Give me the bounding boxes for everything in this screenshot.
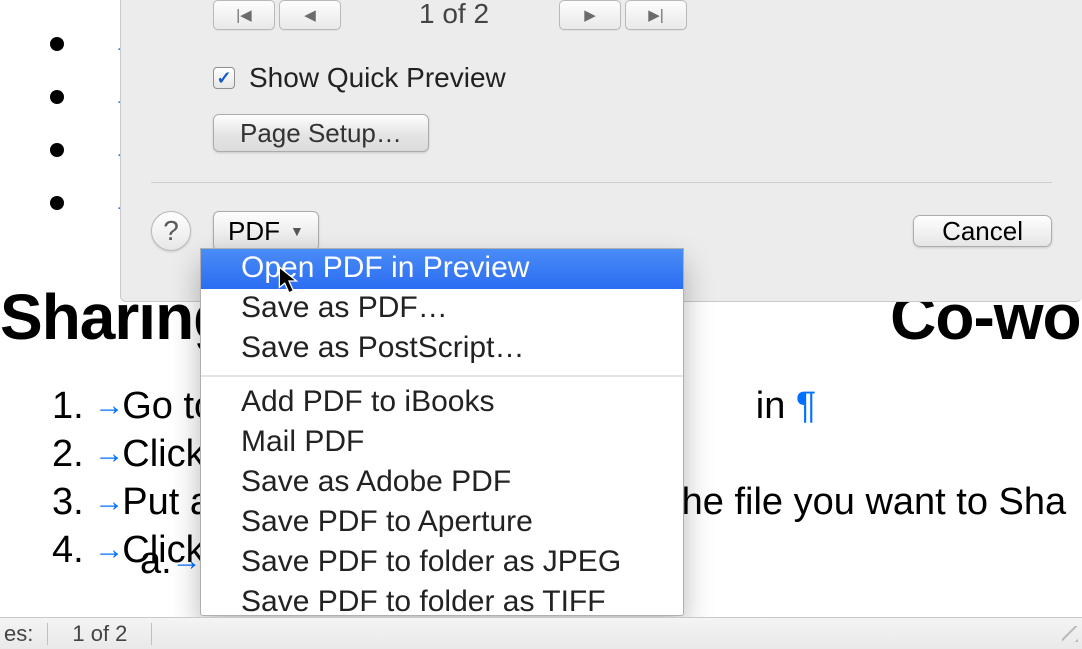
menu-item-save-pdf-aperture[interactable]: Save PDF to Aperture [201, 503, 683, 543]
next-page-icon: ▶ [584, 6, 596, 24]
step-text-fragment: the file you want to Sha [671, 481, 1066, 523]
checkbox-box: ✓ [213, 67, 235, 89]
menu-item-save-pdf-folder-jpeg[interactable]: Save PDF to folder as JPEG [201, 543, 683, 583]
statusbar-divider [47, 623, 48, 645]
resize-grip-icon[interactable] [1062, 626, 1078, 642]
checkbox-label: Show Quick Preview [249, 62, 506, 94]
menu-item-save-adobe-pdf[interactable]: Save as Adobe PDF [201, 463, 683, 503]
page-setup-button[interactable]: Page Setup… [213, 114, 429, 152]
statusbar-label: es: [4, 621, 43, 647]
tab-arrow-icon: → [94, 437, 122, 470]
sub-list-item: a.→ [140, 540, 202, 583]
statusbar-divider [151, 623, 152, 645]
pdf-button-label: PDF [228, 216, 280, 247]
menu-item-open-pdf-preview[interactable]: Open PDF in Preview [201, 249, 683, 289]
statusbar-page-indicator: 1 of 2 [52, 621, 147, 647]
menu-item-mail-pdf[interactable]: Mail PDF [201, 423, 683, 463]
pdf-dropdown-button[interactable]: PDF ▼ [213, 211, 319, 251]
step-text-fragment: in [756, 385, 786, 427]
help-icon: ? [163, 215, 179, 247]
page-indicator: 1 of 2 [419, 0, 489, 30]
status-bar: es: 1 of 2 [0, 617, 1082, 649]
sub-item-letter: a. [140, 540, 172, 582]
pdf-dropdown-menu: Open PDF in Preview Save as PDF… Save as… [200, 248, 684, 616]
menu-item-save-as-pdf[interactable]: Save as PDF… [201, 289, 683, 329]
menu-item-save-as-postscript[interactable]: Save as PostScript… [201, 329, 683, 369]
tab-arrow-icon: → [94, 389, 122, 422]
prev-page-icon: ◀ [304, 6, 316, 24]
prev-page-button[interactable]: ◀ [279, 0, 341, 30]
show-quick-preview-checkbox[interactable]: ✓ Show Quick Preview [213, 62, 506, 94]
menu-item-save-pdf-folder-tiff[interactable]: Save PDF to folder as TIFF [201, 583, 683, 616]
pilcrow-icon: ¶ [785, 385, 816, 427]
first-page-icon: |◀ [236, 6, 251, 24]
menu-item-add-pdf-ibooks[interactable]: Add PDF to iBooks [201, 383, 683, 423]
first-page-button[interactable]: |◀ [213, 0, 275, 30]
next-page-button[interactable]: ▶ [559, 0, 621, 30]
separator [151, 182, 1052, 183]
help-button[interactable]: ? [151, 211, 191, 251]
last-page-icon: ▶| [648, 6, 663, 24]
tab-arrow-icon: → [172, 544, 202, 577]
tab-arrow-icon: → [94, 485, 122, 518]
last-page-button[interactable]: ▶| [625, 0, 687, 30]
cancel-button[interactable]: Cancel [913, 215, 1052, 247]
menu-separator [201, 375, 683, 377]
tab-arrow-icon: → [94, 533, 122, 566]
chevron-down-icon: ▼ [290, 223, 304, 239]
